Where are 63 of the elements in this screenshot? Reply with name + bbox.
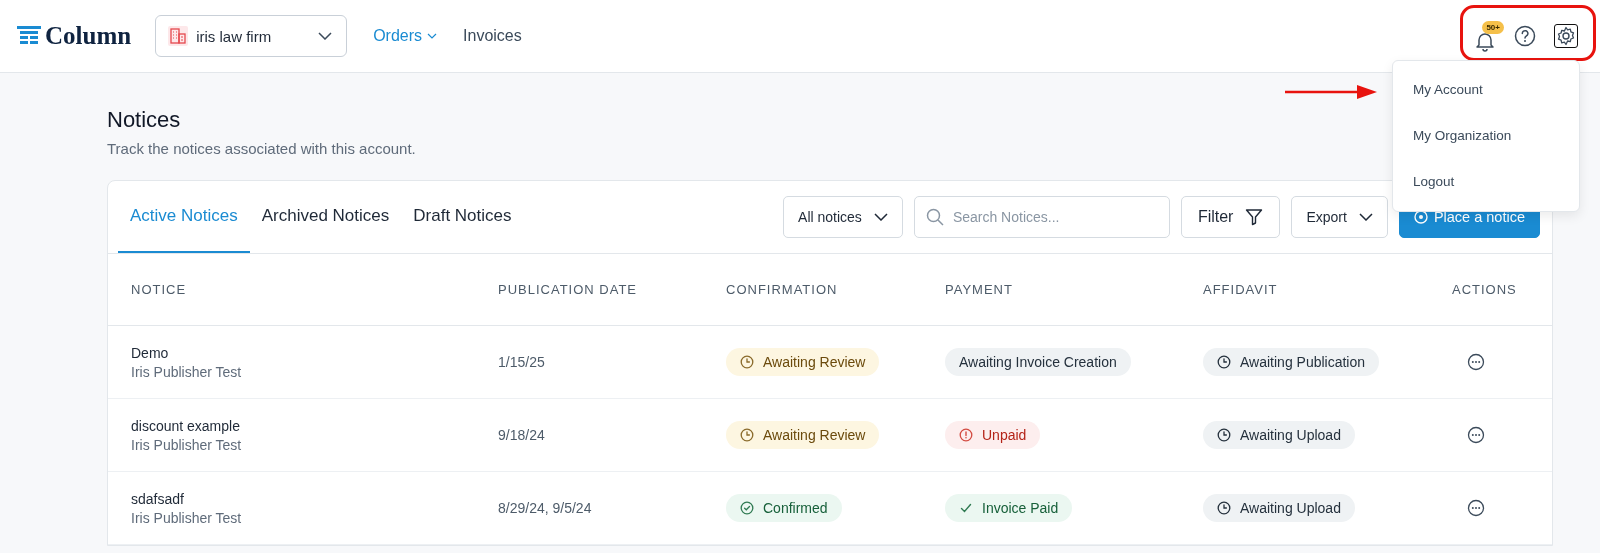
- menu-item[interactable]: My Account: [1393, 67, 1579, 113]
- search-field[interactable]: Search Notices...: [913, 196, 1170, 238]
- publisher-name: Iris Publisher Test: [131, 509, 243, 526]
- status-badge: Unpaid: [945, 421, 1041, 449]
- status-badge: Awaiting Review: [726, 348, 880, 376]
- notice-title[interactable]: discount example: [131, 417, 498, 434]
- more-icon[interactable]: [1467, 499, 1485, 517]
- table-cell-text: 1/15/25: [498, 354, 546, 370]
- menu-item[interactable]: My Organization: [1393, 113, 1579, 159]
- tab[interactable]: Active Notices: [118, 181, 250, 253]
- status-badge: Awaiting Publication: [1203, 348, 1380, 376]
- notifications-button[interactable]: 50+: [1474, 20, 1504, 52]
- filter-icon: [1245, 208, 1264, 226]
- status-badge: Awaiting Review: [726, 421, 880, 449]
- column-header: CONFIRMATION: [726, 282, 839, 297]
- column-header: PAYMENT: [945, 282, 1014, 297]
- organization-select[interactable]: iris law firm: [155, 15, 348, 57]
- check-icon: [959, 501, 973, 515]
- filter-button[interactable]: Filter: [1180, 196, 1281, 238]
- clock-icon: [740, 428, 754, 442]
- status-badge: Invoice Paid: [945, 494, 1073, 522]
- more-icon[interactable]: [1467, 426, 1485, 444]
- column-header: ACTIONS: [1452, 282, 1518, 297]
- tab[interactable]: Archived Notices: [249, 181, 402, 253]
- logo-icon: [17, 25, 41, 47]
- page-subtitle: Track the notices associated with this account.: [107, 140, 417, 157]
- table-cell-text: 8/29/24, 9/5/24: [498, 500, 593, 516]
- tab[interactable]: Draft Notices: [401, 181, 524, 253]
- nav-link[interactable]: Invoices: [463, 27, 522, 45]
- search-icon: [925, 208, 944, 226]
- view-select[interactable]: All notices: [783, 196, 903, 238]
- clock-icon: [1217, 355, 1231, 369]
- nav-link[interactable]: Orders: [373, 27, 438, 45]
- caret-icon: [427, 33, 438, 39]
- building-icon: [168, 26, 189, 46]
- clock-icon: [1217, 428, 1231, 442]
- check-circle-icon: [740, 501, 754, 515]
- more-icon[interactable]: [1467, 353, 1485, 371]
- page-title: Notices: [107, 107, 182, 133]
- status-badge: Awaiting Upload: [1203, 421, 1355, 449]
- column-header: NOTICE: [131, 282, 188, 297]
- notice-title[interactable]: Demo: [131, 344, 498, 361]
- column-header: AFFIDAVIT: [1203, 282, 1279, 297]
- export-button[interactable]: Export: [1291, 196, 1388, 238]
- help-icon[interactable]: [1514, 25, 1536, 47]
- status-badge: Awaiting Invoice Creation: [945, 348, 1131, 376]
- publisher-name: Iris Publisher Test: [131, 363, 243, 380]
- status-badge: Confirmed: [726, 494, 842, 522]
- column-header: PUBLICATION DATE: [498, 282, 639, 297]
- settings-button[interactable]: [1554, 24, 1578, 48]
- clock-icon: [740, 355, 754, 369]
- chevron-down-icon: [318, 32, 333, 40]
- table-cell-text: 9/18/24: [498, 427, 546, 443]
- status-badge: Awaiting Upload: [1203, 494, 1355, 522]
- notification-count: 50+: [1482, 20, 1504, 34]
- clock-icon: [1217, 501, 1231, 515]
- chevron-down-icon: [873, 213, 888, 221]
- publisher-name: Iris Publisher Test: [131, 436, 243, 453]
- chevron-down-icon: [1358, 213, 1373, 221]
- notice-title[interactable]: sdafsadf: [131, 490, 498, 507]
- brand-logo[interactable]: Column: [45, 22, 132, 50]
- alert-icon: [959, 428, 973, 442]
- settings-icon: [1556, 26, 1576, 46]
